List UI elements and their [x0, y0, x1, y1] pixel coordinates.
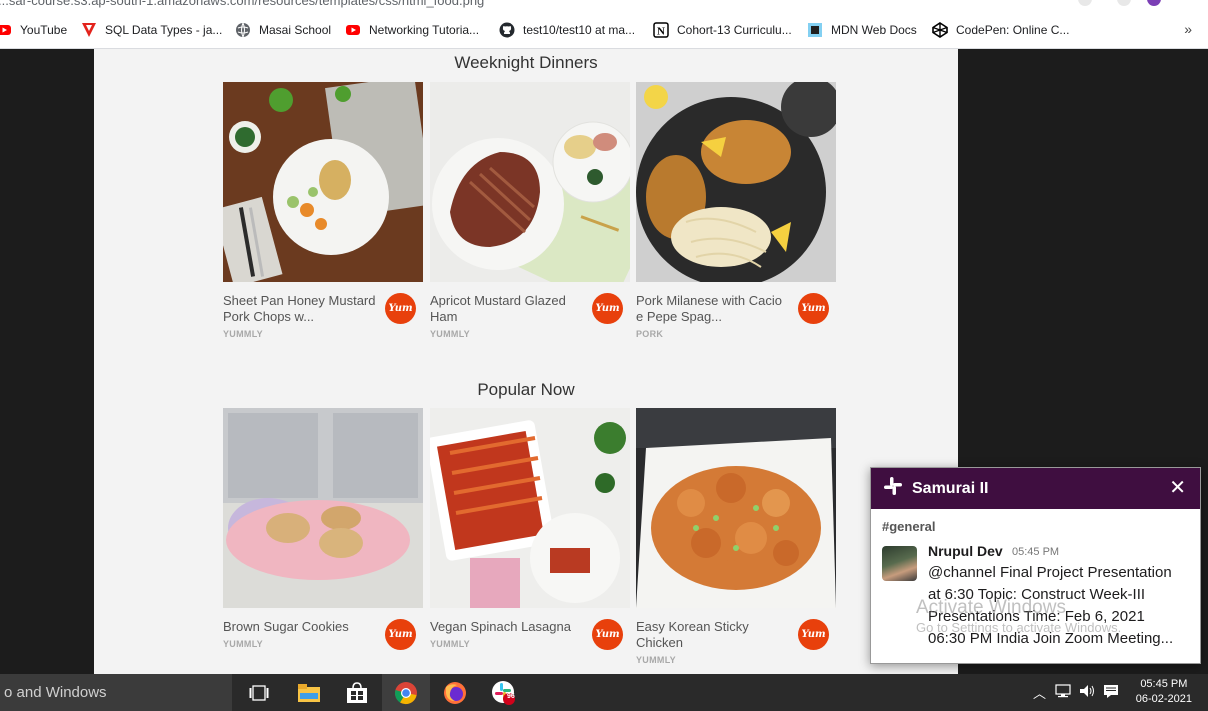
recipe-card[interactable]: Sheet Pan Honey Mustard Pork Chops w... … — [223, 82, 423, 339]
yum-badge[interactable]: Yum — [385, 293, 416, 324]
bookmark-masai-school[interactable]: Masai School — [235, 21, 331, 39]
recipe-image-vegan-lasagna[interactable] — [430, 408, 630, 608]
recipe-source: YUMMLY — [223, 329, 263, 339]
recipe-image-pork-milanese[interactable] — [636, 82, 836, 282]
notification-sender: Nrupul Dev — [928, 543, 1003, 559]
profile-avatar[interactable] — [1147, 0, 1161, 6]
recipe-title[interactable]: Brown Sugar Cookies — [223, 619, 378, 635]
bookmark-mdn-web-docs[interactable]: MDN Web Docs — [807, 21, 917, 39]
svg-text:N: N — [657, 26, 665, 38]
food-page: Weeknight Dinners Sheet Pan Honey Mustar… — [94, 49, 958, 674]
bookmark-label: Masai School — [259, 23, 332, 37]
notification-message: @channel Final Project Presentation at 6… — [928, 562, 1192, 650]
slack-icon — [883, 476, 903, 501]
slack-notification[interactable]: Samurai II ✕ #general Nrupul Dev 05:45 P… — [870, 467, 1201, 664]
yum-badge[interactable]: Yum — [385, 619, 416, 650]
bookmark-youtube[interactable]: YouTube — [0, 21, 67, 39]
notion-icon: N — [653, 22, 669, 38]
mdn-icon — [807, 22, 823, 38]
notification-app-name: Samurai II — [912, 479, 989, 497]
chevron-up-icon[interactable]: ︿ — [1033, 683, 1046, 702]
recipe-card[interactable]: Pork Milanese with Cacio e Pepe Spag... … — [636, 82, 836, 339]
file-explorer-icon[interactable] — [285, 674, 333, 711]
recipe-title[interactable]: Sheet Pan Honey Mustard Pork Chops w... — [223, 293, 378, 325]
more-bookmarks-icon[interactable]: » — [1184, 21, 1192, 37]
recipe-title[interactable]: Easy Korean Sticky Chicken — [636, 619, 791, 651]
yum-badge[interactable]: Yum — [592, 293, 623, 324]
bookmark-label: CodePen: Online C... — [956, 23, 1070, 37]
recipe-card[interactable]: Easy Korean Sticky Chicken YUMMLY Yum — [636, 408, 836, 665]
firefox-icon[interactable] — [431, 674, 479, 711]
recipe-card[interactable]: Vegan Spinach Lasagna YUMMLY Yum — [430, 408, 630, 650]
recipe-card[interactable]: Brown Sugar Cookies YUMMLY Yum — [223, 408, 423, 650]
bookmark-label: Cohort-13 Curriculu... — [677, 23, 792, 37]
notification-channel: #general — [882, 519, 936, 534]
left-margin — [0, 49, 94, 674]
bookmarks-bar: YouTube SQL Data Types - ja... Masai Sch… — [0, 10, 1208, 49]
recipe-source: YUMMLY — [223, 639, 263, 649]
task-view-icon[interactable] — [235, 674, 283, 711]
recipe-image-pork-chops[interactable] — [223, 82, 423, 282]
bookmark-label: Networking Tutoria... — [369, 23, 480, 37]
avatar — [882, 546, 917, 581]
bookmark-label: test10/test10 at ma... — [523, 23, 636, 37]
bookmark-label: SQL Data Types - ja... — [105, 23, 223, 37]
message-line: at 6:30 Topic: Construct Week-III — [928, 586, 1146, 603]
recipe-source: YUMMLY — [430, 639, 470, 649]
recipe-title[interactable]: Vegan Spinach Lasagna — [430, 619, 585, 635]
recipe-source: YUMMLY — [430, 329, 470, 339]
network-icon[interactable] — [1055, 684, 1071, 701]
close-icon[interactable]: ✕ — [1169, 478, 1186, 498]
section-title-weeknight-dinners: Weeknight Dinners — [454, 53, 598, 72]
recipe-source: PORK — [636, 329, 664, 339]
recipe-image-glazed-ham[interactable] — [430, 82, 630, 282]
yum-badge[interactable]: Yum — [798, 293, 829, 324]
star-icon[interactable] — [1078, 0, 1092, 6]
notification-count-badge: 96 — [507, 693, 515, 700]
taskbar-clock[interactable]: 05:45 PM 06-02-2021 — [1136, 677, 1192, 707]
recipe-title[interactable]: Pork Milanese with Cacio e Pepe Spag... — [636, 293, 791, 325]
taskbar: o and Windows 96 ︿ 05:45 PM 06-02-2021 — [0, 674, 1208, 711]
clock-time: 05:45 PM — [1140, 678, 1188, 690]
recipe-title[interactable]: Apricot Mustard Glazed Ham — [430, 293, 585, 325]
notification-time: 05:45 PM — [1012, 546, 1060, 558]
notification-header: Samurai II ✕ — [871, 468, 1200, 509]
recipe-image-korean-chicken[interactable] — [636, 408, 836, 608]
chrome-icon[interactable] — [382, 674, 430, 711]
github-icon — [499, 22, 515, 38]
yum-badge[interactable]: Yum — [798, 619, 829, 650]
bookmark-cohort-curriculum[interactable]: N Cohort-13 Curriculu... — [653, 21, 792, 39]
globe-icon — [235, 22, 251, 38]
url-text[interactable]: ...sar-course.s3.ap-south-1.amazonaws.co… — [0, 0, 484, 8]
codepen-icon — [932, 22, 948, 38]
section-title-popular-now: Popular Now — [477, 380, 575, 399]
recipe-image-brown-sugar-cookies[interactable] — [223, 408, 423, 608]
store-icon[interactable] — [333, 674, 381, 711]
recipe-card[interactable]: Apricot Mustard Glazed Ham YUMMLY Yum — [430, 82, 630, 339]
clock-date: 06-02-2021 — [1135, 693, 1192, 705]
slack-taskbar-icon[interactable]: 96 — [480, 674, 528, 711]
yum-badge[interactable]: Yum — [592, 619, 623, 650]
system-tray: ︿ — [1033, 674, 1119, 711]
youtube-icon — [0, 22, 12, 38]
address-bar[interactable]: ...sar-course.s3.ap-south-1.amazonaws.co… — [0, 0, 1208, 10]
bookmark-label: MDN Web Docs — [831, 23, 917, 37]
message-line: 06:30 PM India Join Zoom Meeting... — [928, 630, 1174, 647]
bookmark-networking-tutorial[interactable]: Networking Tutoria... — [345, 21, 479, 39]
bookmark-github-test10[interactable]: test10/test10 at ma... — [499, 21, 635, 39]
bookmark-codepen[interactable]: CodePen: Online C... — [932, 21, 1069, 39]
action-center-icon[interactable] — [1103, 684, 1119, 701]
message-line: @channel Final Project Presentation — [928, 564, 1172, 581]
recipe-source: YUMMLY — [636, 655, 676, 665]
taskbar-search-box[interactable]: o and Windows — [0, 674, 232, 711]
message-line: Presentations Time: Feb 6, 2021 — [928, 608, 1145, 625]
volume-icon[interactable] — [1079, 684, 1095, 701]
sql-icon — [81, 22, 97, 38]
bookmark-label: YouTube — [20, 23, 68, 37]
youtube-icon — [345, 22, 361, 38]
bookmark-sql-data-types[interactable]: SQL Data Types - ja... — [81, 21, 222, 39]
extensions-icon[interactable] — [1117, 0, 1131, 6]
